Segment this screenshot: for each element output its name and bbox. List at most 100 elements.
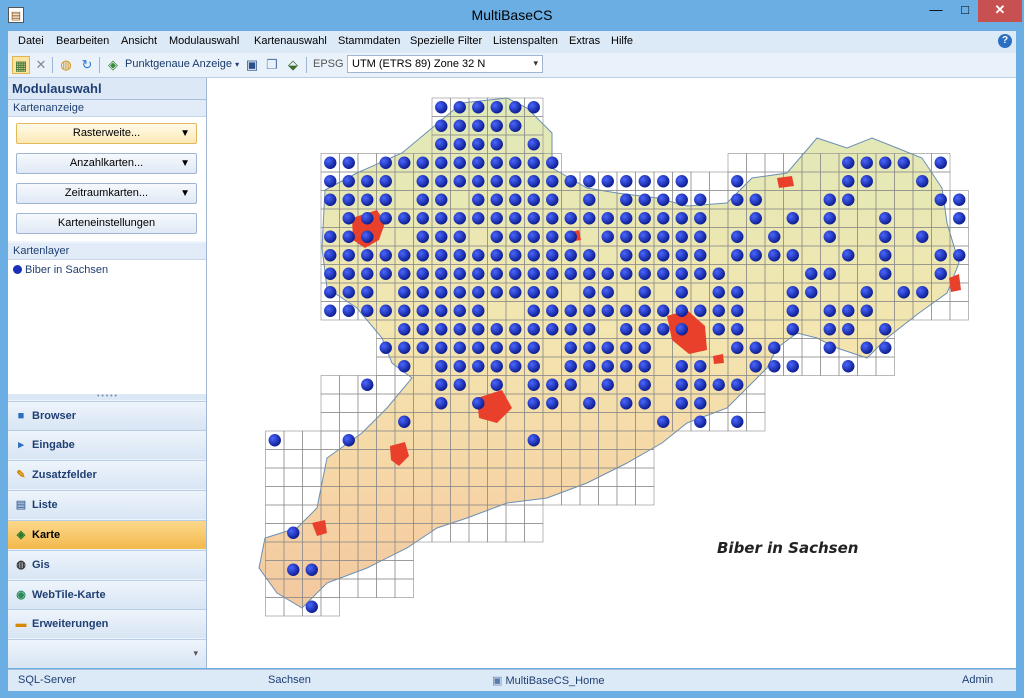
menu-ansicht[interactable]: Ansicht [121,35,157,47]
menu-listenspalten[interactable]: Listenspalten [493,35,558,47]
occurrence-dot[interactable] [361,304,374,317]
occurrence-dot[interactable] [342,212,355,225]
occurrence-dot[interactable] [583,193,596,206]
occurrence-dot[interactable] [731,230,744,243]
occurrence-dot[interactable] [638,193,651,206]
occurrence-dot[interactable] [638,360,651,373]
occurrence-dot[interactable] [398,341,411,354]
occurrence-dot[interactable] [620,341,633,354]
occurrence-dot[interactable] [916,286,929,299]
occurrence-dot[interactable] [490,175,503,188]
occurrence-dot[interactable] [435,193,448,206]
occurrence-dot[interactable] [897,286,910,299]
occurrence-dot[interactable] [620,175,633,188]
occurrence-dot[interactable] [546,378,559,391]
occurrence-dot[interactable] [601,341,614,354]
occurrence-dot[interactable] [694,304,707,317]
occurrence-dot[interactable] [527,193,540,206]
occurrence-dot[interactable] [527,156,540,169]
occurrence-dot[interactable] [453,138,466,151]
occurrence-dot[interactable] [638,175,651,188]
occurrence-dot[interactable] [879,156,892,169]
occurrence-dot[interactable] [472,304,485,317]
occurrence-dot[interactable] [749,212,762,225]
occurrence-dot[interactable] [509,156,522,169]
occurrence-dot[interactable] [398,304,411,317]
occurrence-dot[interactable] [527,249,540,262]
nav-liste[interactable]: ▤ Liste [8,490,206,519]
occurrence-dot[interactable] [305,563,318,576]
occurrence-dot[interactable] [694,397,707,410]
occurrence-dot[interactable] [435,360,448,373]
menu-modulauswahl[interactable]: Modulauswahl [169,35,239,47]
occurrence-dot[interactable] [435,119,448,132]
occurrence-dot[interactable] [620,397,633,410]
occurrence-dot[interactable] [453,304,466,317]
occurrence-dot[interactable] [934,156,947,169]
occurrence-dot[interactable] [472,138,485,151]
occurrence-dot[interactable] [564,175,577,188]
occurrence-dot[interactable] [860,341,873,354]
occurrence-dot[interactable] [287,526,300,539]
occurrence-dot[interactable] [509,175,522,188]
occurrence-dot[interactable] [620,230,633,243]
occurrence-dot[interactable] [472,156,485,169]
occurrence-dot[interactable] [657,249,670,262]
occurrence-dot[interactable] [416,156,429,169]
occurrence-dot[interactable] [583,286,596,299]
occurrence-dot[interactable] [749,360,762,373]
occurrence-dot[interactable] [379,193,392,206]
occurrence-dot[interactable] [305,600,318,613]
occurrence-dot[interactable] [879,249,892,262]
occurrence-dot[interactable] [398,286,411,299]
occurrence-dot[interactable] [731,175,744,188]
occurrence-dot[interactable] [712,267,725,280]
occurrence-dot[interactable] [657,175,670,188]
occurrence-dot[interactable] [472,212,485,225]
occurrence-dot[interactable] [842,175,855,188]
occurrence-dot[interactable] [620,212,633,225]
occurrence-dot[interactable] [490,267,503,280]
occurrence-dot[interactable] [675,304,688,317]
occurrence-dot[interactable] [490,193,503,206]
occurrence-dot[interactable] [324,249,337,262]
occurrence-dot[interactable] [342,286,355,299]
nav-browser[interactable]: ■ Browser [8,401,206,430]
occurrence-dot[interactable] [527,212,540,225]
occurrence-dot[interactable] [398,323,411,336]
occurrence-dot[interactable] [786,323,799,336]
occurrence-dot[interactable] [416,212,429,225]
menu-datei[interactable]: Datei [18,35,44,47]
occurrence-dot[interactable] [638,212,651,225]
occurrence-dot[interactable] [601,175,614,188]
nav-eingabe[interactable]: ▸ Eingabe [8,430,206,459]
occurrence-dot[interactable] [361,249,374,262]
occurrence-dot[interactable] [490,138,503,151]
occurrence-dot[interactable] [953,212,966,225]
occurrence-dot[interactable] [638,323,651,336]
occurrence-dot[interactable] [453,212,466,225]
occurrence-dot[interactable] [694,267,707,280]
occurrence-dot[interactable] [324,230,337,243]
occurrence-dot[interactable] [583,341,596,354]
occurrence-dot[interactable] [657,230,670,243]
occurrence-dot[interactable] [472,193,485,206]
occurrence-dot[interactable] [546,397,559,410]
occurrence-dot[interactable] [546,230,559,243]
occurrence-dot[interactable] [731,378,744,391]
occurrence-dot[interactable] [546,286,559,299]
close-button[interactable]: ✕ [978,0,1022,22]
occurrence-dot[interactable] [583,397,596,410]
occurrence-dot[interactable] [842,249,855,262]
occurrence-dot[interactable] [398,249,411,262]
occurrence-dot[interactable] [731,415,744,428]
occurrence-dot[interactable] [694,193,707,206]
menu-extras[interactable]: Extras [569,35,600,47]
occurrence-dot[interactable] [916,230,929,243]
occurrence-dot[interactable] [638,397,651,410]
occurrence-dot[interactable] [546,156,559,169]
occurrence-dot[interactable] [361,267,374,280]
occurrence-dot[interactable] [564,323,577,336]
nav-erweiterungen[interactable]: ▬ Erweiterungen [8,609,206,638]
occurrence-dot[interactable] [416,341,429,354]
